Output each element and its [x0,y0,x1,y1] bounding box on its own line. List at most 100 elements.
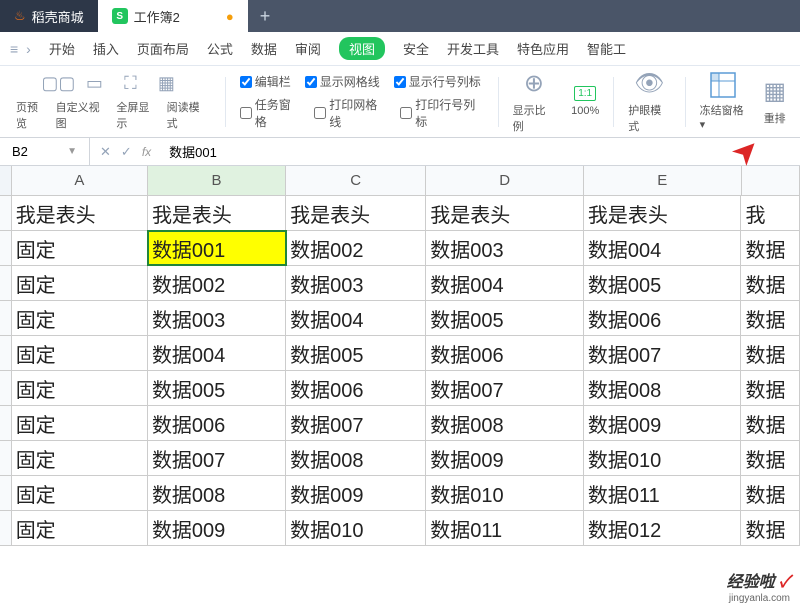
menu-view[interactable]: 视图 [339,37,385,60]
cell[interactable]: 固定 [12,371,148,405]
cell[interactable]: 数据 [741,266,800,300]
cell[interactable]: 数据 [741,371,800,405]
chk-formula-bar[interactable]: 编辑栏 [240,73,291,90]
tab-store[interactable]: ♨ 稻壳商城 [0,0,98,32]
cell[interactable]: 固定 [12,266,148,300]
cell[interactable]: 固定 [12,406,148,440]
cell[interactable]: 数据 [741,231,800,265]
row-header[interactable] [0,441,12,475]
cell[interactable]: 数据008 [426,406,584,440]
reading-mode-icon[interactable]: ▦ [154,73,178,95]
cell[interactable]: 数据004 [584,231,742,265]
cell[interactable]: 数据009 [426,441,584,475]
formula-input[interactable] [161,144,800,159]
col-header-a[interactable]: A [12,166,148,195]
cell[interactable]: 固定 [12,476,148,510]
cell[interactable]: 数据008 [584,371,742,405]
cell[interactable]: 数据 [741,441,800,475]
cell[interactable]: 数据003 [148,301,286,335]
cell[interactable]: 数据006 [584,301,742,335]
cell[interactable]: 数据009 [286,476,426,510]
cell[interactable]: 数据007 [584,336,742,370]
col-header-b[interactable]: B [148,166,286,195]
row-header[interactable] [0,266,12,300]
cell[interactable]: 数据005 [148,371,286,405]
menu-special[interactable]: 特色应用 [517,39,569,58]
menu-insert[interactable]: 插入 [93,39,119,58]
menu-security[interactable]: 安全 [403,39,429,58]
cell[interactable]: 数据 [741,336,800,370]
menu-data[interactable]: 数据 [251,39,277,58]
zoom-100-button[interactable]: 1:1 100% [565,86,605,117]
cell[interactable]: 数据010 [584,441,742,475]
cell[interactable]: 数据011 [426,511,584,545]
row-header[interactable] [0,406,12,440]
cell[interactable]: 数据006 [148,406,286,440]
cell[interactable]: 固定 [12,231,148,265]
row-header[interactable] [0,196,12,230]
chk-gridlines[interactable]: 显示网格线 [305,73,380,90]
cell[interactable]: 数据005 [426,301,584,335]
row-header[interactable] [0,511,12,545]
cell[interactable]: 数据007 [148,441,286,475]
cell[interactable]: 固定 [12,336,148,370]
menu-formula[interactable]: 公式 [207,39,233,58]
menu-start[interactable]: 开始 [49,39,75,58]
menu-smart[interactable]: 智能工 [587,39,626,58]
chevron-icon[interactable]: › [26,41,31,57]
cell[interactable]: 数据003 [426,231,584,265]
cell[interactable]: 我是表头 [584,196,742,230]
row-header[interactable] [0,336,12,370]
freeze-panes-button[interactable]: 冻结窗格▾ [694,72,754,131]
row-header[interactable] [0,371,12,405]
cell[interactable]: 数据 [741,511,800,545]
cell[interactable]: 数据002 [148,266,286,300]
cell[interactable]: 我是表头 [286,196,426,230]
name-box[interactable]: B2 ▼ [0,138,90,165]
chk-print-head[interactable]: 打印行号列标 [400,96,484,130]
cell[interactable]: 数据007 [286,406,426,440]
menu-layout[interactable]: 页面布局 [137,39,189,58]
cell[interactable]: 数据004 [286,301,426,335]
eye-mode-button[interactable]: 👁 护眼模式 [622,69,676,134]
cell[interactable]: 数据010 [426,476,584,510]
cell[interactable]: 固定 [12,441,148,475]
chk-print-grid[interactable]: 打印网格线 [314,96,386,130]
col-header-e[interactable]: E [584,166,742,195]
cell[interactable]: 数据012 [584,511,742,545]
row-header[interactable] [0,231,12,265]
tab-workbook[interactable]: S 工作簿2 ● [98,0,248,32]
row-header[interactable] [0,476,12,510]
cell[interactable]: 数据004 [426,266,584,300]
custom-view-icon[interactable]: ▭ [82,73,106,95]
row-header[interactable] [0,301,12,335]
cell[interactable]: 数据008 [148,476,286,510]
cell[interactable]: 固定 [12,511,148,545]
cell[interactable]: 数据 [741,406,800,440]
cell[interactable]: 数据003 [286,266,426,300]
cell[interactable]: 数据009 [148,511,286,545]
cell[interactable]: 数据010 [286,511,426,545]
cell[interactable]: 数据 [741,301,800,335]
menu-icon[interactable]: ≡ [10,41,18,57]
chk-headings[interactable]: 显示行号列标 [394,73,481,90]
cell[interactable]: 数据011 [584,476,742,510]
select-all-corner[interactable] [0,166,12,195]
cell[interactable]: 数据005 [584,266,742,300]
zoom-button[interactable]: ⊕ 显示比例 [507,69,561,134]
tab-add[interactable]: + [248,0,283,32]
cell[interactable]: 我是表头 [12,196,148,230]
col-header-c[interactable]: C [286,166,426,195]
menu-devtools[interactable]: 开发工具 [447,39,499,58]
rearrange-button[interactable]: ▦ 重排 [757,77,792,126]
chk-taskpane[interactable]: 任务窗格 [240,96,300,130]
col-header-d[interactable]: D [426,166,584,195]
cell[interactable]: 我 [741,196,800,230]
fx-label[interactable]: fx [142,145,151,159]
cancel-icon[interactable]: ✕ [100,144,111,160]
cell[interactable]: 数据005 [286,336,426,370]
cell[interactable]: 数据004 [148,336,286,370]
confirm-icon[interactable]: ✓ [121,144,132,160]
cell[interactable]: 数据001 [148,231,286,265]
cell[interactable]: 数据006 [286,371,426,405]
